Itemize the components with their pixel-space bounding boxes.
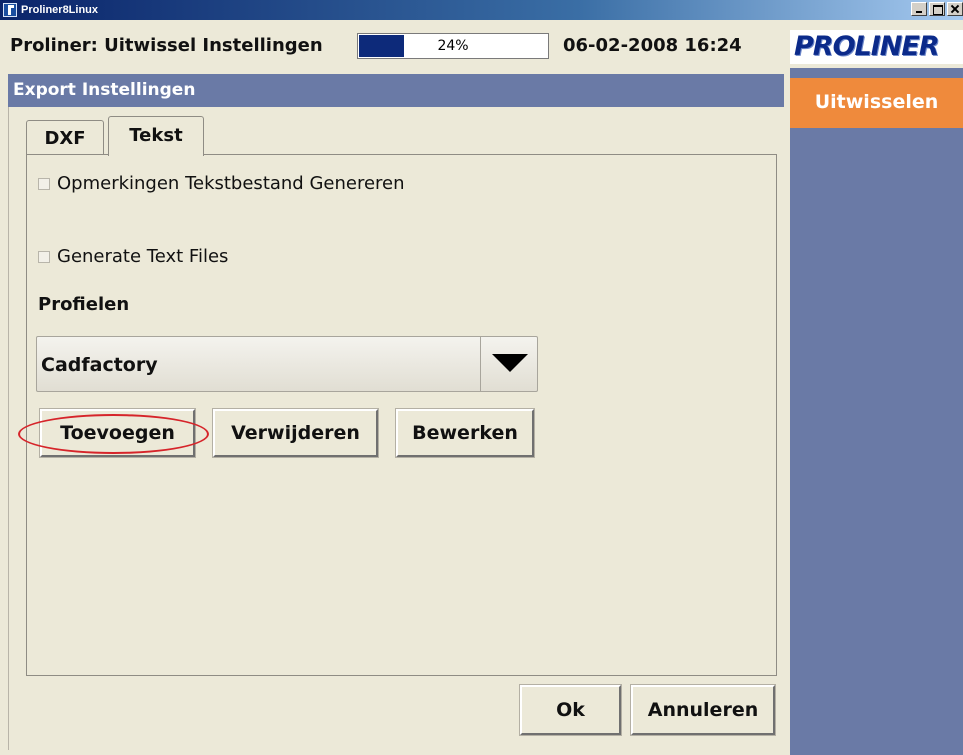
cancel-button[interactable]: Annuleren bbox=[630, 684, 776, 736]
edit-profile-button[interactable]: Bewerken bbox=[395, 408, 535, 458]
side-panel bbox=[790, 68, 963, 755]
profile-select[interactable]: Cadfactory bbox=[36, 336, 538, 392]
option-text-comments[interactable]: Opmerkingen Tekstbestand Genereren bbox=[38, 173, 405, 194]
profiles-label: Profielen bbox=[38, 294, 130, 315]
app-header: Proliner: Uitwissel Instellingen 24% 06-… bbox=[0, 20, 963, 68]
progress-label: 24% bbox=[437, 38, 469, 54]
tab-tekst[interactable]: Tekst bbox=[108, 116, 204, 156]
window-titlebar: Proliner8Linux bbox=[0, 0, 963, 20]
close-icon[interactable] bbox=[947, 2, 963, 16]
dropdown-arrow-icon[interactable] bbox=[480, 337, 537, 391]
add-profile-button[interactable]: Toevoegen bbox=[39, 408, 196, 458]
app-icon bbox=[3, 3, 17, 17]
option-generate-text-files[interactable]: Generate Text Files bbox=[38, 246, 228, 267]
remove-profile-button[interactable]: Verwijderen bbox=[212, 408, 379, 458]
screen-title: Proliner: Uitwissel Instellingen bbox=[10, 35, 323, 56]
panel-title: Export Instellingen bbox=[8, 74, 784, 107]
minimize-icon[interactable] bbox=[911, 2, 927, 16]
checkbox[interactable] bbox=[38, 250, 50, 263]
window-title: Proliner8Linux bbox=[21, 4, 99, 16]
tab-dxf[interactable]: DXF bbox=[26, 120, 104, 155]
brand-logo: PROLINER bbox=[790, 30, 963, 64]
maximize-icon[interactable] bbox=[929, 2, 945, 16]
ok-button[interactable]: Ok bbox=[519, 684, 622, 736]
progress-bar: 24% bbox=[357, 33, 549, 59]
option-label: Generate Text Files bbox=[57, 246, 229, 267]
logo-text: PROLINER bbox=[794, 31, 940, 62]
profile-selected: Cadfactory bbox=[41, 354, 158, 376]
datetime: 06-02-2008 16:24 bbox=[563, 35, 742, 56]
checkbox[interactable] bbox=[38, 177, 50, 190]
exchange-button[interactable]: Uitwisselen bbox=[790, 78, 963, 128]
window-controls bbox=[909, 2, 963, 16]
option-label: Opmerkingen Tekstbestand Genereren bbox=[57, 173, 405, 194]
